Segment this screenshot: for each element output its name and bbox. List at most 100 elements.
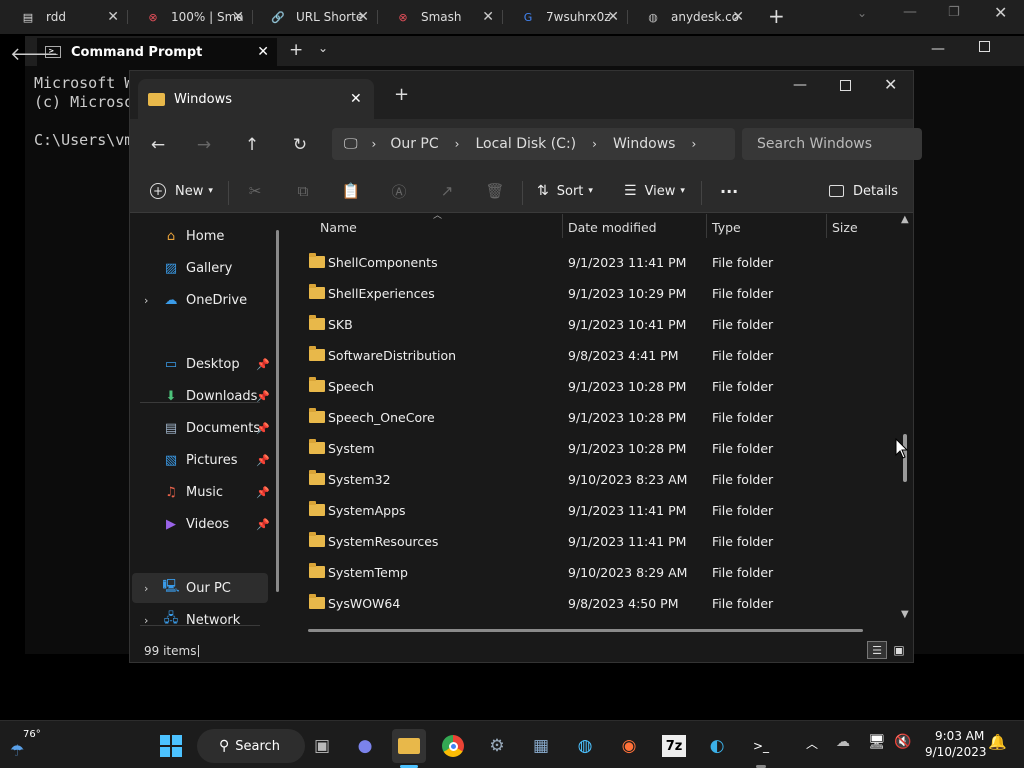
clock-time[interactable]: 9:03 AM <box>935 729 984 743</box>
weather-widget[interactable]: ☂ 76° <box>8 729 48 763</box>
explorer-maximize-button[interactable] <box>840 80 851 91</box>
breadcrumb-segment[interactable]: Windows <box>613 136 676 152</box>
close-icon[interactable]: ✕ <box>232 9 244 25</box>
sidebar-item-home[interactable]: ⌂ Home <box>132 221 268 251</box>
photos-icon[interactable]: ▦ <box>524 729 558 763</box>
edge-icon[interactable]: ◐ <box>700 729 734 763</box>
pin-icon[interactable]: 📌 <box>256 518 270 531</box>
table-row[interactable]: SKB 9/1/2023 10:41 PM File folder <box>306 309 886 340</box>
share-icon[interactable]: ↗ <box>437 181 457 201</box>
scroll-up-arrow-icon[interactable]: ▲ <box>901 214 909 225</box>
terminal-icon[interactable]: >_ <box>744 729 778 763</box>
breadcrumb-root[interactable]: Our PC <box>390 136 438 152</box>
breadcrumb-segment[interactable]: Local Disk (C:) <box>475 136 576 152</box>
forward-arrow-icon[interactable]: → <box>192 133 216 157</box>
tiles-view-toggle[interactable]: ▣ <box>890 641 908 659</box>
browser-restore-button[interactable]: ❐ <box>948 5 960 20</box>
up-arrow-icon[interactable]: ↑ <box>240 133 264 157</box>
task-view-icon[interactable]: ▣ <box>305 729 339 763</box>
close-icon[interactable]: ✕ <box>732 9 744 25</box>
close-icon[interactable]: ✕ <box>357 9 369 25</box>
more-options-button[interactable]: ··· <box>720 175 738 207</box>
file-explorer-taskbar-icon[interactable] <box>392 729 426 763</box>
rename-icon[interactable]: Ⓐ <box>389 181 409 201</box>
cmd-new-tab-button[interactable]: + <box>289 40 303 60</box>
browser-tab[interactable]: ⊗ Smash ✕ <box>377 4 502 30</box>
cmd-tab-close-button[interactable]: ✕ <box>257 44 269 60</box>
volume-muted-icon[interactable]: 🔇 <box>894 734 911 750</box>
sidebar-item-videos[interactable]: ▶ Videos 📌 <box>132 509 270 539</box>
pin-icon[interactable]: 📌 <box>256 358 270 371</box>
table-row[interactable]: ShellComponents 9/1/2023 11:41 PM File fol… <box>306 247 886 278</box>
back-arrow-icon[interactable]: ← <box>146 133 170 157</box>
new-tab-button[interactable]: + <box>768 4 785 28</box>
table-row[interactable]: System 9/1/2023 10:28 PM File folder <box>306 433 886 464</box>
browser-minimize-button[interactable]: — <box>903 4 917 20</box>
browser-tab[interactable]: ⊗ 100% | Sma ✕ <box>127 4 252 30</box>
chevron-right-icon[interactable]: › <box>144 294 148 307</box>
sort-button[interactable]: ⇅ Sort ▾ <box>537 175 593 207</box>
view-button[interactable]: ☰ View ▾ <box>624 175 685 207</box>
search-input[interactable]: Search Windows <box>742 128 922 160</box>
browser-tab[interactable]: ▤ rdd ✕ <box>2 4 127 30</box>
paste-icon[interactable]: 📋 <box>341 181 361 201</box>
table-row[interactable]: SysWOW64 9/8/2023 4:50 PM File folder <box>306 588 886 618</box>
cmd-maximize-button[interactable] <box>979 41 990 52</box>
close-icon[interactable]: ✕ <box>607 9 619 25</box>
browser-back-icon[interactable]: 🡐 <box>10 44 58 65</box>
browser-tab[interactable]: ◍ anydesk.co ✕ <box>627 4 752 30</box>
sidebar-item-music[interactable]: ♫ Music 📌 <box>132 477 270 507</box>
taskbar-search-button[interactable]: ⚲ Search <box>197 729 305 763</box>
teams-icon[interactable]: ● <box>348 729 382 763</box>
explorer-new-tab-button[interactable]: + <box>394 84 409 105</box>
breadcrumb-chevron-icon[interactable]: › <box>691 137 696 151</box>
table-row[interactable]: SystemApps 9/1/2023 11:41 PM File folder <box>306 495 886 526</box>
show-hidden-icons-chevron-icon[interactable]: ︿ <box>806 735 818 752</box>
seven-zip-icon[interactable]: 7z <box>662 735 686 757</box>
network-icon[interactable]: 🖥 <box>868 734 886 750</box>
pin-icon[interactable]: 📌 <box>256 422 270 435</box>
breadcrumb-chevron-icon[interactable]: › <box>592 137 597 151</box>
cmd-minimize-button[interactable]: — <box>931 41 945 57</box>
settings-gear-icon[interactable]: ⚙ <box>480 729 514 763</box>
address-bar[interactable]: 🖵 › Our PC › Local Disk (C:) › Windows › <box>332 128 735 160</box>
cut-icon[interactable]: ✂ <box>245 181 265 201</box>
table-row[interactable]: ShellExperiences 9/1/2023 10:29 PM File fo… <box>306 278 886 309</box>
pin-icon[interactable]: 📌 <box>256 390 270 403</box>
details-button[interactable]: Details <box>829 175 898 207</box>
delete-icon[interactable]: 🗑 <box>485 181 505 201</box>
explorer-close-button[interactable]: ✕ <box>884 75 897 94</box>
breadcrumb-chevron-icon[interactable]: › <box>455 137 460 151</box>
table-row[interactable]: SystemResources 9/1/2023 11:41 PM File fol… <box>306 526 886 557</box>
sidebar-item-desktop[interactable]: ▭ Desktop 📌 <box>132 349 270 379</box>
sidebar-item-pictures[interactable]: ▧ Pictures 📌 <box>132 445 270 475</box>
cmd-dropdown-chevron-icon[interactable]: ⌄ <box>318 41 328 55</box>
browser-tab[interactable]: 🔗 URL Shorte ✕ <box>252 4 377 30</box>
copy-icon[interactable]: ⧉ <box>293 181 313 201</box>
sidebar-item-network[interactable]: › 🖧 Network <box>132 605 268 635</box>
explorer-tab-close-button[interactable]: ✕ <box>350 91 362 107</box>
horizontal-scrollbar-thumb[interactable] <box>308 629 863 632</box>
table-row[interactable]: Setup9/1/2023 10:33 PMFile folder <box>306 240 886 247</box>
notification-bell-icon[interactable]: 🔔 <box>988 733 1007 751</box>
sidebar-item-gallery[interactable]: ▨ Gallery <box>132 253 268 283</box>
table-row[interactable]: Speech 9/1/2023 10:28 PM File folder <box>306 371 886 402</box>
close-icon[interactable]: ✕ <box>482 9 494 25</box>
chevron-right-icon[interactable]: › <box>144 582 148 595</box>
table-row[interactable]: System32 9/10/2023 8:23 AM File folder <box>306 464 886 495</box>
cmd-tab[interactable]: >_ Command Prompt ✕ <box>37 38 277 66</box>
browser-tab[interactable]: G 7wsuhrx0z ✕ <box>502 4 627 30</box>
browser-close-button[interactable]: ✕ <box>994 3 1007 22</box>
firefox-icon[interactable]: ◉ <box>612 729 646 763</box>
table-row[interactable]: Speech_OneCore 9/1/2023 10:28 PM File fold… <box>306 402 886 433</box>
refresh-icon[interactable]: ↻ <box>288 133 312 157</box>
remote-desktop-icon[interactable]: ◍ <box>568 729 602 763</box>
tab-list-chevron-icon[interactable]: ⌄ <box>857 6 867 20</box>
sidebar-item-onedrive[interactable]: › ☁ OneDrive <box>132 285 268 315</box>
table-row[interactable]: SystemTemp 9/10/2023 8:29 AM File folder <box>306 557 886 588</box>
scroll-down-arrow-icon[interactable]: ▼ <box>901 609 909 620</box>
sidebar-scrollbar[interactable] <box>276 230 279 592</box>
pin-icon[interactable]: 📌 <box>256 486 270 499</box>
sidebar-item-downloads[interactable]: ⬇ Downloads 📌 <box>132 381 270 411</box>
close-icon[interactable]: ✕ <box>107 9 119 25</box>
